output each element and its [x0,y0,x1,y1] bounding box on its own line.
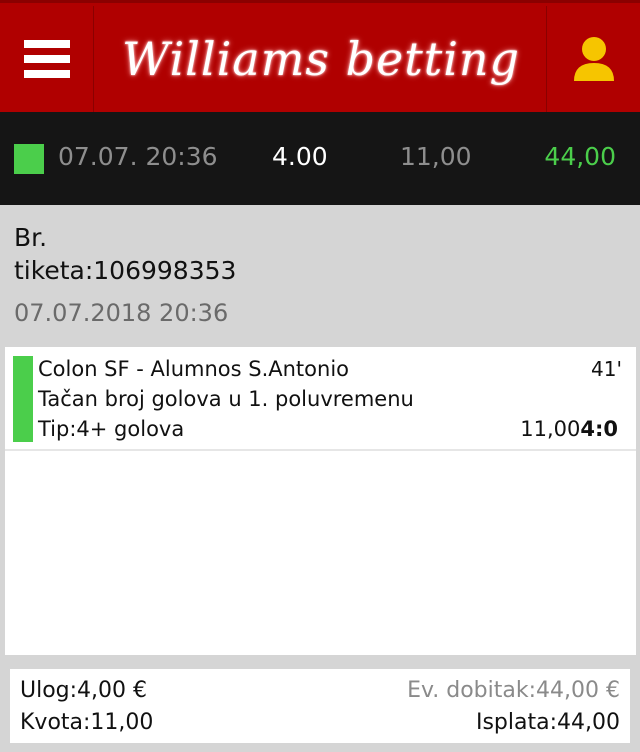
footer-potential-win: Ev. dobitak:44,00 € [407,678,620,703]
hamburger-menu-icon [23,40,70,78]
summary-date: 07.07. 20:36 [58,142,218,171]
bet-market: Tačan broj golova u 1. poluvremenu [38,387,414,411]
ticket-status-indicator [14,144,44,174]
bet-tip: Tip:4+ golova [38,417,185,441]
user-icon [573,37,614,81]
ticket-footer: Ulog:4,00 € Kvota:11,00 Ev. dobitak:44,0… [10,669,630,743]
summary-stake: 4.00 [272,142,328,171]
ticket-datetime: 07.07.2018 20:36 [14,299,229,327]
bet-row[interactable]: Colon SF - Alumnos S.Antonio 41' Tačan b… [5,347,636,451]
summary-odds: 11,00 [400,142,472,171]
user-account-button[interactable] [546,6,640,112]
ticket-screen: Williams betting 07.07. 20:36 4.00 11,00… [0,0,640,752]
bet-minute: 41' [591,357,622,381]
ticket-summary-bar[interactable]: 07.07. 20:36 4.00 11,00 44,00 [0,112,640,205]
footer-payout: Isplata:44,00 [475,710,620,735]
ticket-info: Br. tiketa:106998353 07.07.2018 20:36 [0,205,640,347]
bet-odds: 11,00 [520,417,581,441]
logo-text: Williams betting [121,32,520,86]
footer-stake: Ulog:4,00 € [20,678,148,703]
bet-status-bar [13,356,33,442]
bet-odds-score: 11,004:0 [520,417,618,441]
bet-score: 4:0 [580,417,618,441]
bet-match: Colon SF - Alumnos S.Antonio [38,357,350,381]
ticket-number: tiketa:106998353 [14,256,237,285]
brand-logo[interactable]: Williams betting [96,6,546,112]
footer-odds: Kvota:11,00 [20,710,154,735]
summary-win: 44,00 [544,142,616,171]
menu-button[interactable] [0,6,94,112]
bet-list: Colon SF - Alumnos S.Antonio 41' Tačan b… [5,347,636,655]
ticket-number-label: Br. [14,223,48,252]
app-header: Williams betting [0,0,640,112]
